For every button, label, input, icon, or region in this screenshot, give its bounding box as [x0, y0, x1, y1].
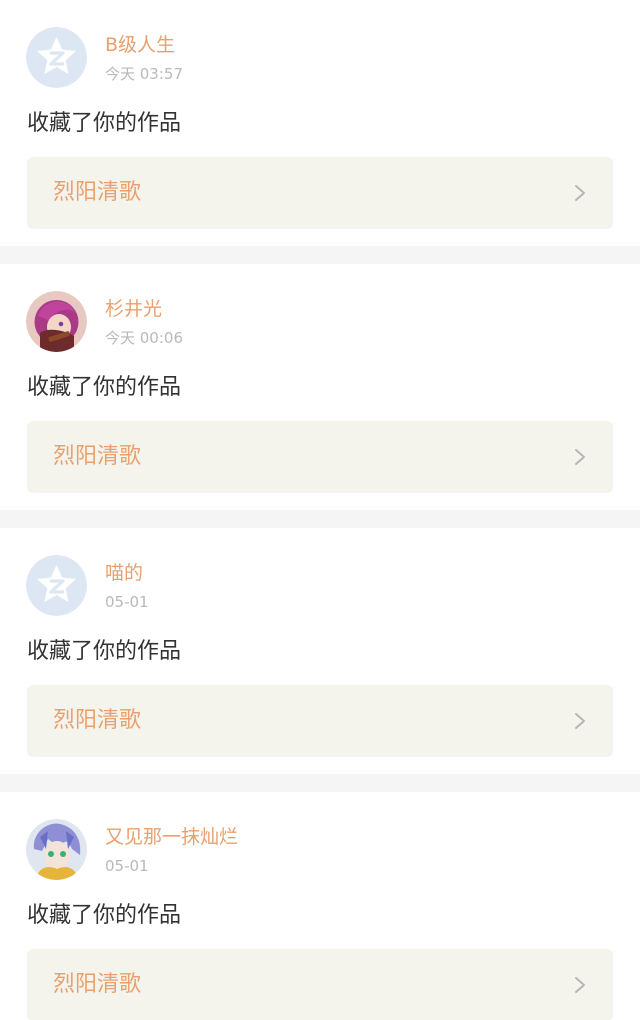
username[interactable]: 又见那一抹灿烂 [105, 825, 238, 849]
notification-feed: B级人生 今天 03:57 收藏了你的作品 烈阳清歌 杉井光 今天 00:06 … [0, 0, 640, 1020]
work-title: 烈阳清歌 [53, 972, 142, 997]
timestamp: 05-01 [105, 593, 149, 611]
chevron-right-icon [575, 713, 585, 729]
timestamp: 05-01 [105, 857, 149, 875]
default-avatar-icon [26, 555, 87, 616]
default-avatar-icon [26, 27, 87, 88]
chevron-right-icon [575, 185, 585, 201]
avatar[interactable] [26, 555, 87, 616]
work-link[interactable]: 烈阳清歌 [27, 421, 613, 493]
notification-card: 杉井光 今天 00:06 收藏了你的作品 烈阳清歌 [0, 264, 640, 510]
work-link[interactable]: 烈阳清歌 [27, 157, 613, 229]
chevron-right-icon [575, 449, 585, 465]
avatar[interactable] [26, 819, 87, 880]
notification-card: 喵的 05-01 收藏了你的作品 烈阳清歌 [0, 528, 640, 774]
avatar[interactable] [26, 27, 87, 88]
avatar[interactable] [26, 291, 87, 352]
chevron-right-icon [575, 977, 585, 993]
action-text: 收藏了你的作品 [27, 639, 182, 664]
anime-avatar-icon [26, 291, 87, 352]
timestamp: 今天 00:06 [105, 329, 183, 347]
work-title: 烈阳清歌 [53, 444, 142, 469]
username[interactable]: B级人生 [105, 33, 175, 57]
action-text: 收藏了你的作品 [27, 903, 182, 928]
work-link[interactable]: 烈阳清歌 [27, 949, 613, 1020]
timestamp: 今天 03:57 [105, 65, 183, 83]
notification-card: 又见那一抹灿烂 05-01 收藏了你的作品 烈阳清歌 [0, 792, 640, 1020]
action-text: 收藏了你的作品 [27, 111, 182, 136]
notification-card: B级人生 今天 03:57 收藏了你的作品 烈阳清歌 [0, 0, 640, 246]
work-link[interactable]: 烈阳清歌 [27, 685, 613, 757]
work-title: 烈阳清歌 [53, 180, 142, 205]
username[interactable]: 杉井光 [105, 297, 162, 321]
work-title: 烈阳清歌 [53, 708, 142, 733]
action-text: 收藏了你的作品 [27, 375, 182, 400]
username[interactable]: 喵的 [105, 561, 143, 585]
anime-avatar-icon [26, 819, 87, 880]
